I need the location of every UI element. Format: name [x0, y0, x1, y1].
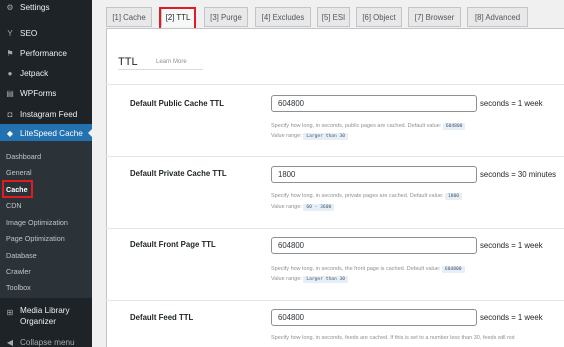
setting-range: Value range: Larger than 30 — [271, 133, 349, 140]
tab-excludes[interactable]: [4] Excludes — [255, 7, 311, 27]
submenu-item-page-optimization[interactable]: Page Optimization — [6, 233, 65, 244]
jetpack-icon: ● — [7, 68, 13, 78]
setting-description: Specify how long, in seconds, public pag… — [271, 123, 466, 130]
setting-description: Specify how long, in seconds, the front … — [271, 266, 465, 273]
sidebar-item-label: SEO — [20, 28, 38, 38]
media-library-icon: ⊞ — [6, 307, 14, 317]
setting-suffix: seconds = 1 week — [480, 241, 543, 250]
wpforms-icon: ▤ — [6, 88, 14, 98]
setting-range: Value range: 60 - 3600 — [271, 204, 335, 211]
setting-label: Default Feed TTL — [130, 313, 194, 322]
submenu-item-crawler[interactable]: Crawler — [6, 266, 31, 277]
tab-object[interactable]: [6] Object — [356, 7, 402, 27]
collapse-icon: ◀ — [6, 337, 14, 347]
sidebar-item-seo[interactable]: Y SEO — [0, 24, 92, 42]
submenu-item-image-optimization[interactable]: Image Optimization — [6, 217, 68, 228]
litespeed-icon: ◆ — [6, 128, 14, 138]
section-title: TTL — [118, 56, 138, 68]
sidebar-item-label: LiteSpeed Cache — [20, 128, 83, 138]
sidebar-item-litespeed-cache[interactable]: ◆ LiteSpeed Cache — [0, 124, 92, 142]
setting-row-front-page-ttl: Default Front Page TTL 604800 seconds = … — [106, 228, 564, 300]
sidebar-item-performance[interactable]: ⚑ Performance — [0, 44, 92, 62]
seo-icon: Y — [7, 28, 13, 38]
range-value: 60 - 3600 — [303, 204, 335, 211]
setting-range: Value range: Larger than 30 — [271, 276, 349, 283]
default-value: 1800 — [444, 193, 463, 200]
submenu-item-general[interactable]: General — [6, 167, 32, 178]
submenu-item-cdn[interactable]: CDN — [6, 200, 22, 211]
setting-suffix: seconds = 1 week — [480, 99, 543, 108]
instagram-icon: ◘ — [7, 109, 13, 119]
settings-icon: ⚙ — [6, 2, 14, 12]
tab-browser[interactable]: [7] Browser — [408, 7, 461, 27]
sidebar-item-instagram-feed[interactable]: ◘ Instagram Feed — [0, 105, 92, 123]
collapse-menu-label: Collapse menu — [20, 337, 75, 347]
sidebar-item-media-library-organizer[interactable]: ⊞ Media Library Organizer — [0, 305, 92, 329]
private-ttl-input[interactable]: 1800 — [271, 166, 477, 183]
tab-advanced[interactable]: [8] Advanced — [467, 7, 528, 27]
sidebar-item-jetpack[interactable]: ● Jetpack — [0, 64, 92, 82]
setting-row-private-ttl: Default Private Cache TTL 1800 seconds =… — [106, 156, 564, 228]
public-ttl-input[interactable]: 604800 — [271, 95, 477, 112]
main-content: [1] Cache [2] TTL [3] Purge [4] Excludes… — [92, 0, 564, 347]
setting-label: Default Public Cache TTL — [130, 99, 225, 108]
tab-purge[interactable]: [3] Purge — [204, 7, 248, 27]
front-page-ttl-input[interactable]: 604800 — [271, 237, 477, 254]
submenu-item-toolbox[interactable]: Toolbox — [6, 282, 31, 293]
sidebar-item-settings[interactable]: ⚙ Settings — [0, 0, 92, 16]
learn-more-link[interactable]: Learn More — [156, 59, 187, 65]
setting-row-feed-ttl: Default Feed TTL 604800 seconds = 1 week… — [106, 300, 564, 347]
range-value: Larger than 30 — [303, 133, 349, 140]
sidebar-item-label: Settings — [20, 2, 50, 12]
collapse-menu-button[interactable]: ◀ Collapse menu — [0, 333, 92, 347]
sidebar-item-label: Media Library Organizer — [20, 306, 70, 326]
litespeed-submenu: Dashboard General Cache CDN Image Optimi… — [0, 141, 92, 298]
default-value: 604800 — [441, 266, 465, 273]
default-value: 604800 — [442, 123, 466, 130]
tab-cache[interactable]: [1] Cache — [106, 7, 152, 27]
ttl-tab-highlight-box — [159, 7, 196, 30]
cache-highlight-box — [2, 180, 33, 198]
performance-icon: ⚑ — [6, 48, 14, 58]
range-value: Larger than 30 — [303, 276, 349, 283]
sidebar-item-label: Performance — [20, 48, 67, 58]
feed-ttl-input[interactable]: 604800 — [271, 309, 477, 326]
setting-suffix: seconds = 30 minutes — [480, 170, 557, 179]
section-divider — [118, 69, 203, 70]
sidebar-item-label: Jetpack — [20, 68, 49, 78]
setting-description: Specify how long, in seconds, private pa… — [271, 193, 463, 200]
setting-label: Default Private Cache TTL — [130, 169, 227, 178]
submenu-item-database[interactable]: Database — [6, 250, 37, 261]
sidebar-item-wpforms[interactable]: ▤ WPForms — [0, 84, 92, 102]
submenu-item-dashboard[interactable]: Dashboard — [6, 151, 41, 162]
setting-suffix: seconds = 1 week — [480, 313, 543, 322]
setting-row-public-ttl: Default Public Cache TTL 604800 seconds … — [106, 84, 564, 156]
setting-label: Default Front Page TTL — [130, 240, 216, 249]
admin-sidebar: ⚙ Settings Y SEO ⚑ Performance ● Jetpack… — [0, 0, 92, 347]
sidebar-item-label: WPForms — [20, 88, 57, 98]
sidebar-item-label: Instagram Feed — [20, 109, 78, 119]
setting-description: Specify how long, in seconds, feeds are … — [271, 335, 515, 341]
tab-esi[interactable]: [5] ESI — [317, 7, 350, 27]
